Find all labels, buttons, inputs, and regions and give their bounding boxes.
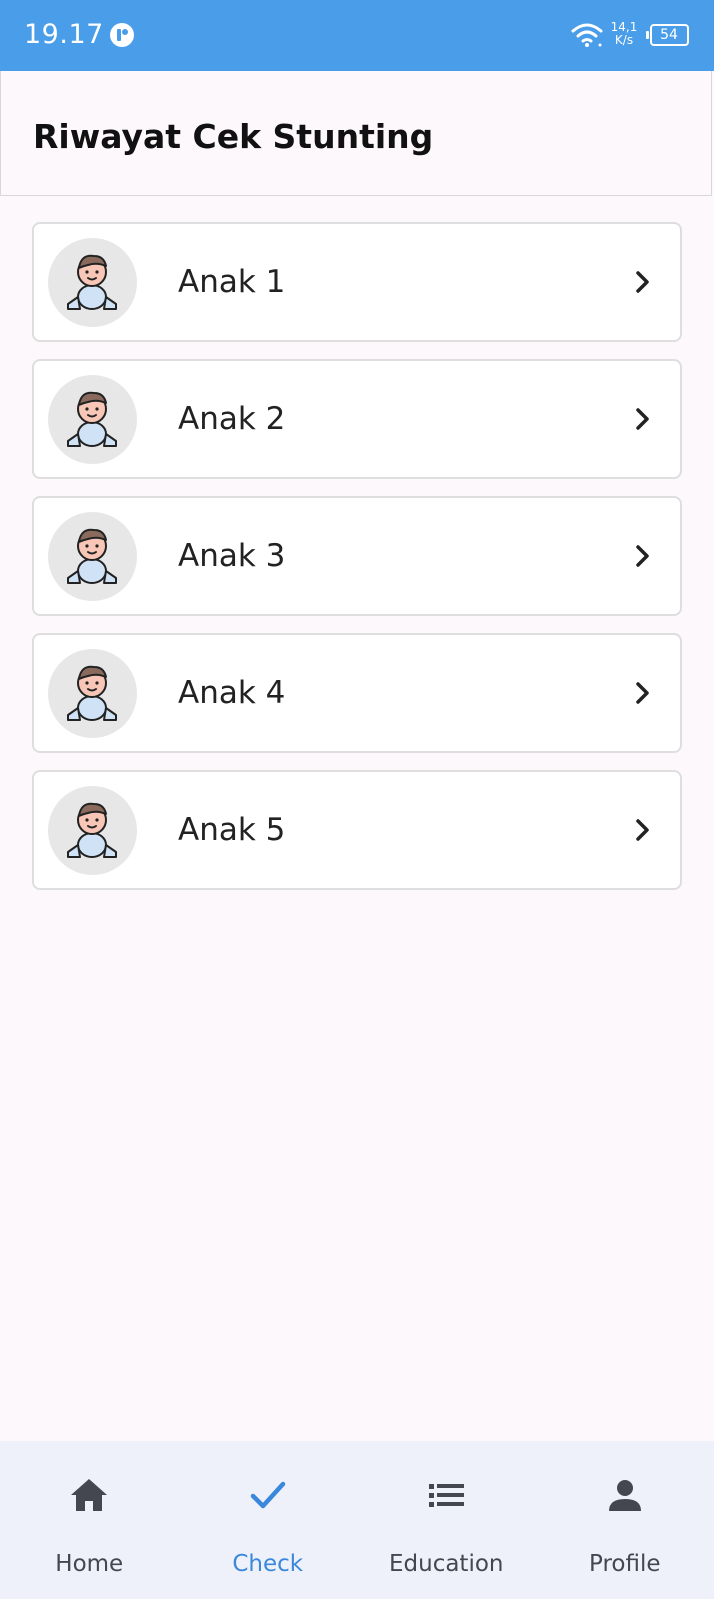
net-speed: 14,1 K/s bbox=[610, 21, 638, 47]
app-header: Riwayat Cek Stunting bbox=[0, 71, 712, 196]
page-title: Riwayat Cek Stunting bbox=[33, 117, 434, 156]
list-icon bbox=[429, 1484, 465, 1507]
home-icon bbox=[71, 1479, 108, 1511]
avatar bbox=[48, 238, 137, 327]
child-list: Anak 1 Anak 2 Anak 3 Anak 4 Anak 5 bbox=[32, 222, 682, 907]
baby-avatar-icon bbox=[67, 254, 117, 310]
wifi-icon bbox=[571, 23, 603, 47]
chevron-right-icon bbox=[636, 271, 649, 293]
nav-item-education[interactable]: Education bbox=[357, 1441, 536, 1599]
chevron-right-icon bbox=[636, 682, 649, 704]
status-time: 19.17 bbox=[24, 19, 104, 50]
child-card[interactable]: Anak 4 bbox=[32, 633, 682, 753]
app-notification-icon bbox=[110, 23, 134, 47]
child-card[interactable]: Anak 1 bbox=[32, 222, 682, 342]
person-icon bbox=[608, 1480, 641, 1511]
baby-avatar-icon bbox=[67, 391, 117, 447]
child-name: Anak 2 bbox=[178, 401, 286, 437]
child-name: Anak 5 bbox=[178, 812, 286, 848]
child-name: Anak 4 bbox=[178, 675, 286, 711]
nav-label-check: Check bbox=[232, 1551, 304, 1577]
net-speed-unit: K/s bbox=[614, 33, 634, 47]
status-bar: 19.17 14,1 K/s 54 bbox=[0, 0, 714, 71]
avatar bbox=[48, 786, 137, 875]
chevron-right-icon bbox=[636, 408, 649, 430]
baby-avatar-icon bbox=[67, 802, 117, 858]
nav-label-home: Home bbox=[55, 1551, 124, 1577]
child-card[interactable]: Anak 5 bbox=[32, 770, 682, 890]
child-card[interactable]: Anak 2 bbox=[32, 359, 682, 479]
child-name: Anak 1 bbox=[178, 264, 286, 300]
nav-label-education: Education bbox=[388, 1551, 504, 1577]
nav-label-profile: Profile bbox=[588, 1551, 661, 1577]
battery-level: 54 bbox=[660, 27, 678, 43]
nav-item-home[interactable]: Home bbox=[0, 1441, 179, 1599]
child-card[interactable]: Anak 3 bbox=[32, 496, 682, 616]
chevron-right-icon bbox=[636, 819, 649, 841]
bottom-nav: Home Check Education Profile bbox=[0, 1441, 714, 1599]
avatar bbox=[48, 649, 137, 738]
baby-avatar-icon bbox=[67, 528, 117, 584]
baby-avatar-icon bbox=[67, 665, 117, 721]
chevron-right-icon bbox=[636, 545, 649, 567]
check-icon bbox=[250, 1481, 285, 1509]
avatar bbox=[48, 512, 137, 601]
nav-item-check[interactable]: Check bbox=[179, 1441, 358, 1599]
child-name: Anak 3 bbox=[178, 538, 286, 574]
avatar bbox=[48, 375, 137, 464]
nav-item-profile[interactable]: Profile bbox=[536, 1441, 714, 1599]
